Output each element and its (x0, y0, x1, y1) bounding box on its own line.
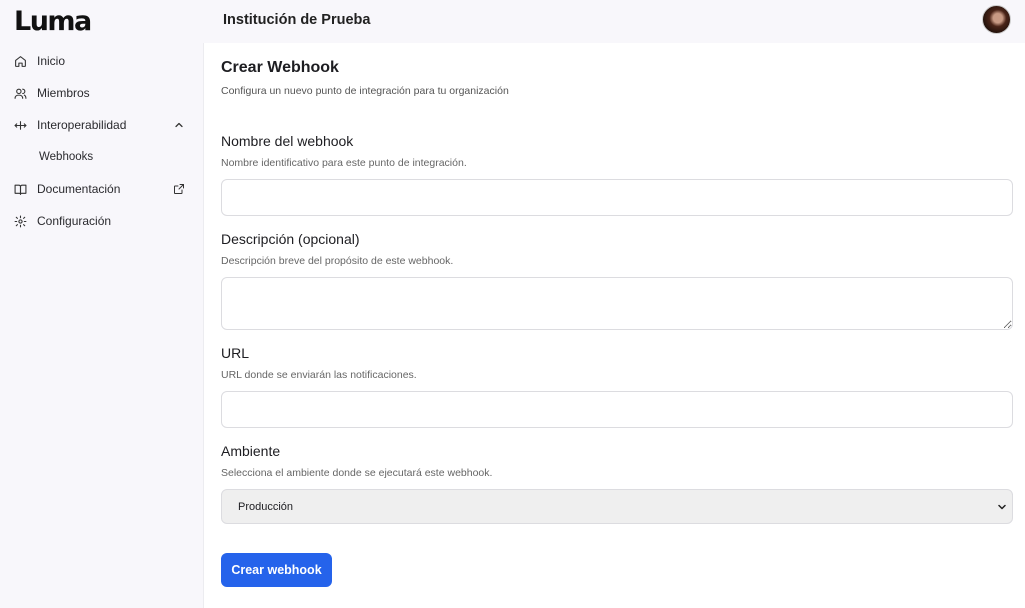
description-label: Descripción (opcional) (221, 231, 360, 247)
description-textarea[interactable] (221, 277, 1013, 330)
page-subtitle: Configura un nuevo punto de integración … (221, 85, 509, 97)
environment-help: Selecciona el ambiente donde se ejecutar… (221, 467, 493, 479)
sidebar-item-documentacion[interactable]: Documentación (0, 173, 203, 205)
sidebar-item-interoperabilidad[interactable]: Interoperabilidad (0, 109, 203, 141)
sidebar-item-inicio[interactable]: Inicio (0, 45, 203, 77)
sidebar-item-label: Inicio (37, 54, 66, 68)
webhook-name-help: Nombre identificativo para este punto de… (221, 157, 467, 169)
sidebar-item-configuracion[interactable]: Configuración (0, 205, 203, 237)
external-link-icon (173, 183, 185, 195)
environment-label: Ambiente (221, 443, 281, 459)
webhook-name-label: Nombre del webhook (221, 133, 354, 149)
description-help: Descripción breve del propósito de este … (221, 255, 454, 267)
sidebar-item-label: Interoperabilidad (37, 118, 127, 132)
avatar[interactable] (982, 5, 1011, 34)
chevron-down-icon (996, 501, 1008, 513)
sidebar-item-label: Configuración (37, 214, 112, 228)
sidebar-item-miembros[interactable]: Miembros (0, 77, 203, 109)
webhook-name-input[interactable] (221, 179, 1013, 216)
sidebar-item-label: Documentación (37, 182, 121, 196)
url-help: URL donde se enviarán las notificaciones… (221, 369, 417, 381)
move-icon (14, 119, 27, 132)
users-icon (14, 87, 27, 100)
gear-icon (14, 215, 27, 228)
url-input[interactable] (221, 391, 1013, 428)
book-icon (14, 183, 27, 196)
sidebar-item-label: Miembros (37, 86, 90, 100)
sidebar-item-webhooks[interactable]: Webhooks (0, 141, 203, 173)
url-label: URL (221, 345, 250, 361)
environment-select[interactable]: Producción (221, 489, 1013, 524)
home-icon (14, 55, 27, 68)
sidebar-item-label: Webhooks (39, 151, 94, 163)
environment-selected-value: Producción (238, 500, 294, 513)
organization-title: Institución de Prueba (223, 12, 371, 28)
top-header: Institución de Prueba (203, 0, 1025, 43)
page-title: Crear Webhook (221, 59, 339, 76)
logo: Luma (14, 6, 92, 37)
app-root: Luma Inicio Miembros Interoperabilidad W… (0, 0, 1025, 608)
sidebar: Luma Inicio Miembros Interoperabilidad W… (0, 0, 203, 608)
chevron-up-icon[interactable] (173, 119, 185, 131)
main-content: Crear Webhook Configura un nuevo punto d… (203, 43, 1025, 608)
create-webhook-button[interactable]: Crear webhook (221, 553, 332, 587)
sidebar-nav: Inicio Miembros Interoperabilidad Webhoo… (0, 45, 203, 237)
